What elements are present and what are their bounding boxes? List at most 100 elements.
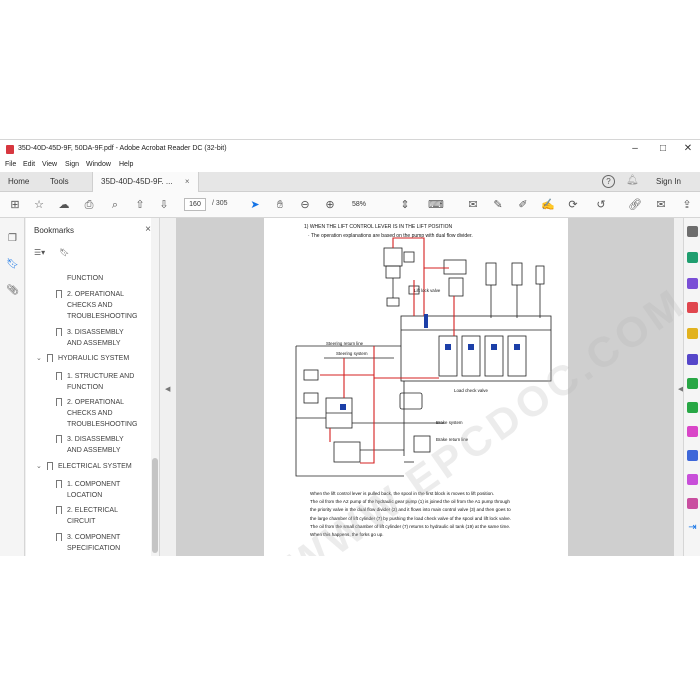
close-window-button[interactable]: ✕ xyxy=(681,143,695,155)
combine-files-icon[interactable] xyxy=(687,354,698,365)
draw-icon[interactable]: ✐ xyxy=(516,198,530,212)
menu-file[interactable]: File xyxy=(5,161,16,168)
bookmark-label[interactable]: CIRCUIT xyxy=(67,517,95,526)
maximize-button[interactable]: □ xyxy=(656,143,670,155)
menu-window[interactable]: Window xyxy=(86,161,111,168)
bookmarks-panel: Bookmarks × ☰▾ 🔖︎ FUNCTION 2. OPERATIONA… xyxy=(26,218,160,556)
bookmark-icon xyxy=(56,398,62,406)
tab-document[interactable]: 35D-40D-45D-9F. ... × xyxy=(92,172,199,192)
rotate-icon[interactable]: ⟳ xyxy=(566,198,580,212)
menu-help[interactable]: Help xyxy=(119,161,133,168)
bookmark-label[interactable]: LOCATION xyxy=(67,491,102,500)
bookmark-icon xyxy=(56,533,62,541)
bookmark-item[interactable]: ⌄ ELECTRICAL SYSTEM xyxy=(36,462,132,471)
close-tab-icon[interactable]: × xyxy=(185,177,190,186)
zoom-select[interactable]: 58% xyxy=(344,198,374,211)
tab-home[interactable]: Home xyxy=(0,172,37,192)
toolbar: ⊞ ☆ ☁ ⎙ ⌕ ⇧ ⇩ 160 / 305 ➤ ✋︎ ⊖ ⊕ 58% ⇕ ⌨… xyxy=(0,192,700,218)
menu-view[interactable]: View xyxy=(42,161,57,168)
upload-cloud-icon[interactable]: ☁ xyxy=(57,198,71,212)
bookmark-icon xyxy=(56,290,62,298)
zoom-in-icon[interactable]: ⊕ xyxy=(323,198,337,212)
bookmark-item[interactable]: 1. STRUCTURE AND xyxy=(56,372,135,381)
bookmark-item[interactable]: ⌄ HYDRAULIC SYSTEM xyxy=(36,354,130,363)
email-icon[interactable]: ✉ xyxy=(654,198,668,212)
comment-icon[interactable]: ✉ xyxy=(466,198,480,212)
bookmark-scroll-thumb[interactable] xyxy=(152,458,158,553)
bookmark-item[interactable]: 3. COMPONENT xyxy=(56,533,120,542)
bookmark-label[interactable]: FUNCTION xyxy=(67,383,103,392)
send-signature-icon[interactable] xyxy=(687,474,698,485)
bookmark-icon xyxy=(47,354,53,362)
menu-edit[interactable]: Edit xyxy=(23,161,35,168)
bookmark-label: 2. ELECTRICAL xyxy=(67,507,118,514)
bookmarks-panel-icon[interactable]: 🔖︎ xyxy=(6,258,19,271)
bookmark-item[interactable]: 1. COMPONENT xyxy=(56,480,120,489)
compress-icon[interactable] xyxy=(687,402,698,413)
bookmark-label[interactable]: TROUBLESHOOTING xyxy=(67,312,137,321)
keyboard-icon[interactable]: ⌨ xyxy=(428,198,444,212)
zoom-out-icon[interactable]: ⊖ xyxy=(298,198,312,212)
expand-tools-icon[interactable]: ⇥ xyxy=(687,522,698,533)
bookmark-label: HYDRAULIC SYSTEM xyxy=(58,355,130,362)
link-icon[interactable]: 🔗︎ xyxy=(628,198,642,212)
menu-sign[interactable]: Sign xyxy=(65,161,79,168)
print-icon[interactable]: ⎙ xyxy=(82,198,96,212)
bookmark-label: 1. STRUCTURE AND xyxy=(67,373,135,380)
bookmark-icon xyxy=(56,506,62,514)
options-icon[interactable]: ☰▾ xyxy=(34,248,45,257)
fill-sign-icon[interactable]: ✍ xyxy=(541,198,555,212)
select-cursor-icon[interactable]: ➤ xyxy=(248,198,262,212)
bookmark-label[interactable]: AND ASSEMBLY xyxy=(67,339,121,348)
undo-icon[interactable]: ↺ xyxy=(594,198,608,212)
previous-page-icon[interactable]: ⇧ xyxy=(133,198,147,212)
chevron-down-icon[interactable]: ⌄ xyxy=(36,462,42,471)
bookmark-icon xyxy=(47,462,53,470)
bookmark-icon xyxy=(56,435,62,443)
search-icon[interactable]: ⌕ xyxy=(108,198,122,212)
bookmark-item[interactable]: 3. DISASSEMBLY xyxy=(56,328,124,337)
bookmark-item[interactable]: 3. DISASSEMBLY xyxy=(56,435,124,444)
bell-icon[interactable]: 🔔︎ xyxy=(626,175,639,186)
attachments-icon[interactable]: 📎︎ xyxy=(6,284,19,297)
hand-icon[interactable]: ✋︎ xyxy=(273,198,287,212)
page-thumbnails-icon[interactable]: ❐ xyxy=(6,232,19,245)
bookmark-label: 2. OPERATIONAL xyxy=(67,399,125,406)
bookmark-item[interactable]: 2. ELECTRICAL xyxy=(56,506,118,515)
label-load-check: Load check valve xyxy=(454,388,488,393)
collapse-left-panel-icon[interactable]: ◀ xyxy=(165,385,170,393)
highlight-pen-icon[interactable]: ✎ xyxy=(491,198,505,212)
fill-and-sign-icon[interactable] xyxy=(687,426,698,437)
more-tools-icon[interactable] xyxy=(687,498,698,509)
bookmark-icon xyxy=(56,480,62,488)
protect-icon[interactable] xyxy=(687,450,698,461)
minimize-button[interactable]: – xyxy=(628,143,642,155)
bookmark-search-icon[interactable]: 🔖︎ xyxy=(59,248,69,257)
bookmark-label[interactable]: CHECKS AND xyxy=(67,409,113,418)
help-icon[interactable]: ? xyxy=(602,175,615,188)
bookmark-label[interactable]: CHECKS AND xyxy=(67,301,113,310)
hydraulic-circuit-diagram: Steering return line Steering system Lif… xyxy=(295,237,552,477)
create-pdf-icon[interactable] xyxy=(687,278,698,289)
bookmark-item[interactable]: 2. OPERATIONAL xyxy=(56,398,125,407)
bookmark-label[interactable]: SPECIFICATION xyxy=(67,544,120,553)
organize-pages-icon[interactable] xyxy=(687,378,698,389)
bookmark-label[interactable]: FUNCTION xyxy=(67,274,103,283)
bookmark-star-icon[interactable]: ☆ xyxy=(32,198,46,212)
acrobat-icon xyxy=(6,145,14,154)
export-pdf-icon[interactable] xyxy=(687,252,698,263)
search-tools-icon[interactable] xyxy=(687,226,698,237)
page-number-input[interactable]: 160 xyxy=(184,198,206,211)
comment-tool-icon[interactable] xyxy=(687,328,698,339)
acrobat-window: 35D-40D-45D-9F, 50DA-9F.pdf - Adobe Acro… xyxy=(0,139,700,556)
bookmark-label[interactable]: AND ASSEMBLY xyxy=(67,446,121,455)
bookmark-label[interactable]: TROUBLESHOOTING xyxy=(67,420,137,429)
sign-in-link[interactable]: Sign In xyxy=(656,177,681,186)
next-page-icon[interactable]: ⇩ xyxy=(157,198,171,212)
chevron-down-icon[interactable]: ⌄ xyxy=(36,354,42,363)
create-icon[interactable]: ⊞ xyxy=(8,198,22,212)
fit-page-icon[interactable]: ⇕ xyxy=(398,198,412,212)
tab-tools[interactable]: Tools xyxy=(42,172,77,192)
share-icon[interactable]: ⇪ xyxy=(680,198,694,212)
bookmark-item[interactable]: 2. OPERATIONAL xyxy=(56,290,124,299)
